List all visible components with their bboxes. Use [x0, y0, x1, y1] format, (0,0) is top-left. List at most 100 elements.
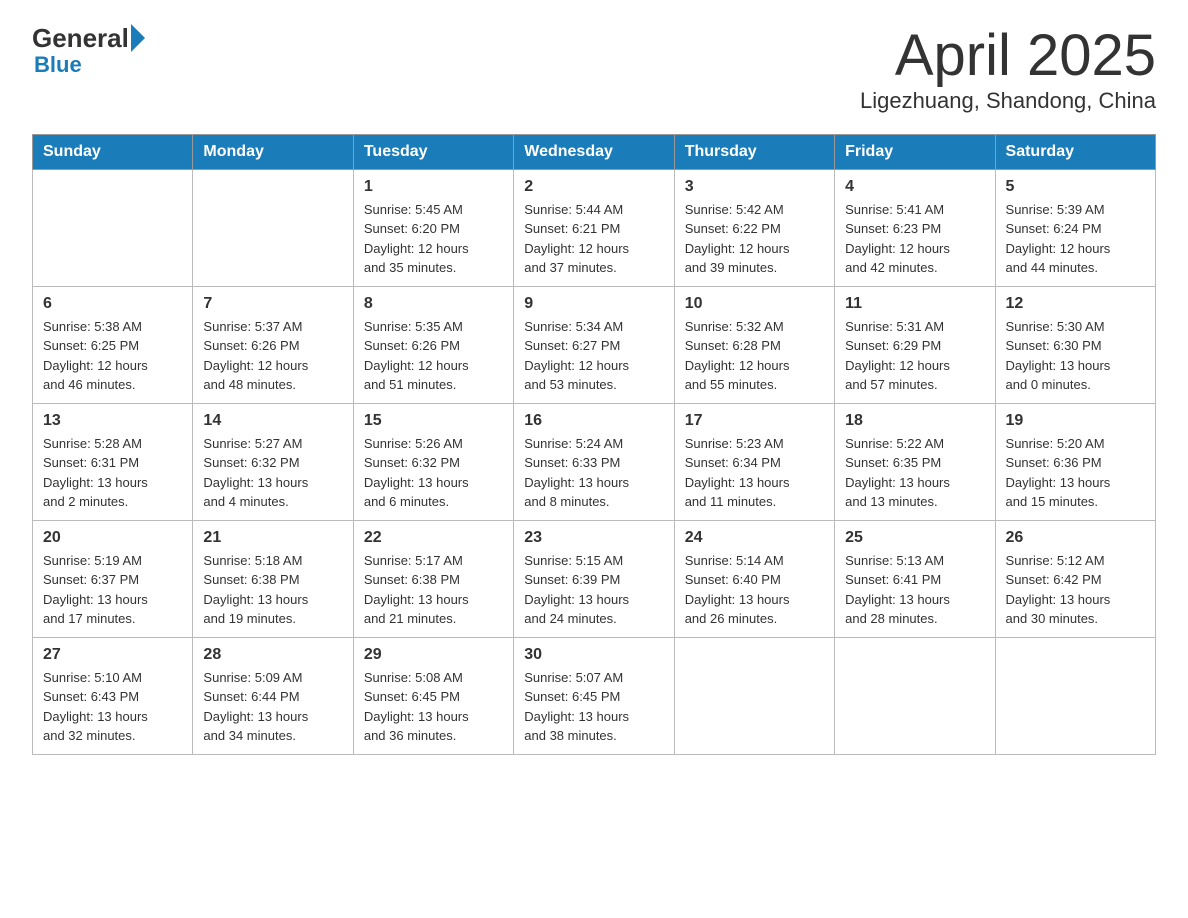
page-header: General Blue April 2025 Ligezhuang, Shan… [32, 24, 1156, 114]
calendar-header-tuesday: Tuesday [353, 134, 513, 169]
day-info: Sunrise: 5:07 AMSunset: 6:45 PMDaylight:… [524, 668, 663, 746]
calendar-table: SundayMondayTuesdayWednesdayThursdayFrid… [32, 134, 1156, 755]
month-title: April 2025 [860, 24, 1156, 88]
day-number: 28 [203, 646, 342, 664]
day-number: 30 [524, 646, 663, 664]
day-number: 24 [685, 529, 824, 547]
day-info: Sunrise: 5:38 AMSunset: 6:25 PMDaylight:… [43, 317, 182, 395]
calendar-cell: 26 Sunrise: 5:12 AMSunset: 6:42 PMDayligh… [995, 520, 1155, 637]
day-info: Sunrise: 5:19 AMSunset: 6:37 PMDaylight:… [43, 551, 182, 629]
calendar-cell: 21Sunrise: 5:18 AMSunset: 6:38 PMDayligh… [193, 520, 353, 637]
calendar-cell [193, 169, 353, 286]
day-info: Sunrise: 5:26 AMSunset: 6:32 PMDaylight:… [364, 434, 503, 512]
location-title: Ligezhuang, Shandong, China [860, 88, 1156, 114]
calendar-cell [835, 637, 995, 754]
day-info: Sunrise: 5:12 AMSunset: 6:42 PMDaylight:… [1006, 551, 1145, 629]
day-info: Sunrise: 5:17 AMSunset: 6:38 PMDaylight:… [364, 551, 503, 629]
day-number: 13 [43, 412, 182, 430]
calendar-cell: 10 Sunrise: 5:32 AMSunset: 6:28 PMDayligh… [674, 286, 834, 403]
calendar-week-row: 27Sunrise: 5:10 AMSunset: 6:43 PMDayligh… [33, 637, 1156, 754]
calendar-cell: 8 Sunrise: 5:35 AMSunset: 6:26 PMDaylight… [353, 286, 513, 403]
calendar-cell: 17Sunrise: 5:23 AMSunset: 6:34 PMDayligh… [674, 403, 834, 520]
day-info: Sunrise: 5:14 AMSunset: 6:40 PMDaylight:… [685, 551, 824, 629]
day-number: 22 [364, 529, 503, 547]
calendar-cell: 18 Sunrise: 5:22 AMSunset: 6:35 PMDayligh… [835, 403, 995, 520]
day-info: Sunrise: 5:45 AMSunset: 6:20 PMDaylight:… [364, 200, 503, 278]
day-number: 20 [43, 529, 182, 547]
calendar-week-row: 13 Sunrise: 5:28 AMSunset: 6:31 PMDayligh… [33, 403, 1156, 520]
calendar-header-thursday: Thursday [674, 134, 834, 169]
day-number: 12 [1006, 295, 1145, 313]
calendar-header-monday: Monday [193, 134, 353, 169]
day-number: 15 [364, 412, 503, 430]
calendar-cell: 15 Sunrise: 5:26 AMSunset: 6:32 PMDayligh… [353, 403, 513, 520]
calendar-cell: 9 Sunrise: 5:34 AMSunset: 6:27 PMDaylight… [514, 286, 674, 403]
logo-general-text: General [32, 25, 129, 51]
day-info: Sunrise: 5:32 AMSunset: 6:28 PMDaylight:… [685, 317, 824, 395]
day-info: Sunrise: 5:34 AMSunset: 6:27 PMDaylight:… [524, 317, 663, 395]
day-number: 3 [685, 178, 824, 196]
day-info: Sunrise: 5:37 AMSunset: 6:26 PMDaylight:… [203, 317, 342, 395]
day-number: 9 [524, 295, 663, 313]
logo-blue-text: Blue [34, 52, 82, 77]
day-info: Sunrise: 5:28 AMSunset: 6:31 PMDaylight:… [43, 434, 182, 512]
calendar-cell: 4 Sunrise: 5:41 AMSunset: 6:23 PMDaylight… [835, 169, 995, 286]
day-info: Sunrise: 5:41 AMSunset: 6:23 PMDaylight:… [845, 200, 984, 278]
day-info: Sunrise: 5:44 AMSunset: 6:21 PMDaylight:… [524, 200, 663, 278]
day-number: 27 [43, 646, 182, 664]
day-number: 11 [845, 295, 984, 313]
day-info: Sunrise: 5:35 AMSunset: 6:26 PMDaylight:… [364, 317, 503, 395]
calendar-header-sunday: Sunday [33, 134, 193, 169]
calendar-cell: 12 Sunrise: 5:30 AMSunset: 6:30 PMDayligh… [995, 286, 1155, 403]
calendar-cell: 14 Sunrise: 5:27 AMSunset: 6:32 PMDayligh… [193, 403, 353, 520]
day-info: Sunrise: 5:20 AMSunset: 6:36 PMDaylight:… [1006, 434, 1145, 512]
logo: General Blue [32, 24, 145, 78]
day-number: 25 [845, 529, 984, 547]
calendar-cell: 7Sunrise: 5:37 AMSunset: 6:26 PMDaylight… [193, 286, 353, 403]
day-info: Sunrise: 5:24 AMSunset: 6:33 PMDaylight:… [524, 434, 663, 512]
calendar-header-saturday: Saturday [995, 134, 1155, 169]
calendar-cell: 22 Sunrise: 5:17 AMSunset: 6:38 PMDayligh… [353, 520, 513, 637]
day-info: Sunrise: 5:15 AMSunset: 6:39 PMDaylight:… [524, 551, 663, 629]
calendar-cell: 20 Sunrise: 5:19 AMSunset: 6:37 PMDayligh… [33, 520, 193, 637]
day-info: Sunrise: 5:30 AMSunset: 6:30 PMDaylight:… [1006, 317, 1145, 395]
calendar-cell: 29 Sunrise: 5:08 AMSunset: 6:45 PMDayligh… [353, 637, 513, 754]
calendar-cell: 16 Sunrise: 5:24 AMSunset: 6:33 PMDayligh… [514, 403, 674, 520]
calendar-cell [33, 169, 193, 286]
day-number: 5 [1006, 178, 1145, 196]
day-info: Sunrise: 5:27 AMSunset: 6:32 PMDaylight:… [203, 434, 342, 512]
calendar-cell [995, 637, 1155, 754]
title-block: April 2025 Ligezhuang, Shandong, China [860, 24, 1156, 114]
calendar-week-row: 1 Sunrise: 5:45 AMSunset: 6:20 PMDaylight… [33, 169, 1156, 286]
day-number: 29 [364, 646, 503, 664]
calendar-cell: 6Sunrise: 5:38 AMSunset: 6:25 PMDaylight… [33, 286, 193, 403]
day-number: 18 [845, 412, 984, 430]
day-number: 10 [685, 295, 824, 313]
day-number: 1 [364, 178, 503, 196]
calendar-cell: 23 Sunrise: 5:15 AMSunset: 6:39 PMDayligh… [514, 520, 674, 637]
calendar-cell: 27Sunrise: 5:10 AMSunset: 6:43 PMDayligh… [33, 637, 193, 754]
day-info: Sunrise: 5:08 AMSunset: 6:45 PMDaylight:… [364, 668, 503, 746]
day-info: Sunrise: 5:42 AMSunset: 6:22 PMDaylight:… [685, 200, 824, 278]
day-number: 23 [524, 529, 663, 547]
calendar-header-friday: Friday [835, 134, 995, 169]
calendar-cell: 28 Sunrise: 5:09 AMSunset: 6:44 PMDayligh… [193, 637, 353, 754]
day-info: Sunrise: 5:13 AMSunset: 6:41 PMDaylight:… [845, 551, 984, 629]
calendar-cell: 25 Sunrise: 5:13 AMSunset: 6:41 PMDayligh… [835, 520, 995, 637]
day-number: 2 [524, 178, 663, 196]
day-number: 14 [203, 412, 342, 430]
calendar-cell: 13 Sunrise: 5:28 AMSunset: 6:31 PMDayligh… [33, 403, 193, 520]
calendar-cell: 1 Sunrise: 5:45 AMSunset: 6:20 PMDaylight… [353, 169, 513, 286]
day-number: 19 [1006, 412, 1145, 430]
calendar-cell: 11Sunrise: 5:31 AMSunset: 6:29 PMDayligh… [835, 286, 995, 403]
day-info: Sunrise: 5:23 AMSunset: 6:34 PMDaylight:… [685, 434, 824, 512]
calendar-cell [674, 637, 834, 754]
calendar-header-row: SundayMondayTuesdayWednesdayThursdayFrid… [33, 134, 1156, 169]
day-info: Sunrise: 5:09 AMSunset: 6:44 PMDaylight:… [203, 668, 342, 746]
day-number: 16 [524, 412, 663, 430]
calendar-week-row: 20 Sunrise: 5:19 AMSunset: 6:37 PMDayligh… [33, 520, 1156, 637]
day-number: 26 [1006, 529, 1145, 547]
day-number: 8 [364, 295, 503, 313]
day-number: 4 [845, 178, 984, 196]
day-info: Sunrise: 5:22 AMSunset: 6:35 PMDaylight:… [845, 434, 984, 512]
